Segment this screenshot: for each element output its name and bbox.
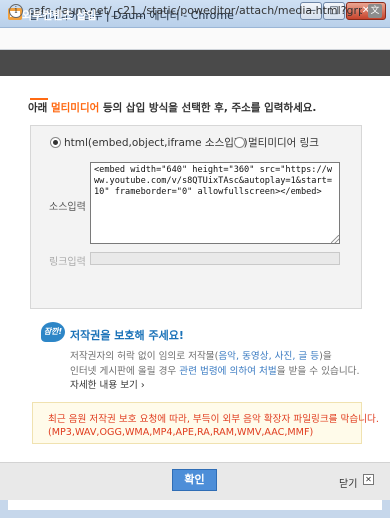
copyright-line-1: 저작권자의 허락 없이 임의로 저작물(음악, 동영상, 사진, 글 등)을 xyxy=(70,348,332,362)
copyright-line-2c: 을 받을 수 있습니다. xyxy=(276,366,360,377)
window-bottom-inner xyxy=(8,500,382,510)
site-info-icon[interactable]: i xyxy=(9,4,23,18)
warning-line-2: (MP3,WAV,OGG,WMA,MP4,APE,RA,RAM,WMV,AAC,… xyxy=(48,427,314,438)
copyright-line-1a: 저작권자의 허락 없이 임의로 저작물( xyxy=(70,351,219,362)
notice-badge-icon: 잠깐! xyxy=(41,322,65,342)
close-icon[interactable]: ✕ xyxy=(363,474,374,485)
address-bar xyxy=(0,28,390,50)
translate-icon[interactable]: 文 xyxy=(368,4,382,18)
radio-multimedia-link-label[interactable]: 멀티미디어 링크 xyxy=(248,135,319,150)
instruction-prefix: 아래 xyxy=(28,102,51,114)
instruction-suffix: 등의 삽입 방식을 선택한 후, 주소를 입력하세요. xyxy=(99,102,317,114)
more-details-link[interactable]: 자세한 내용 보기 › xyxy=(70,377,145,391)
copyright-line-1c: )을 xyxy=(319,351,332,362)
popup-title: 외부컨텐츠 삽입 xyxy=(22,9,97,22)
radio-html-source-label[interactable]: html(embed,object,iframe 소스입력) xyxy=(64,135,248,150)
copyright-title: 저작권을 보호해 주세요! xyxy=(70,329,184,342)
link-label: 링크입력 xyxy=(49,257,86,268)
copyright-line-2a: 인터넷 게시판에 올릴 경우 xyxy=(70,366,180,377)
instruction-text: 아래 멀티미디어 등의 삽입 방식을 선택한 후, 주소를 입력하세요. xyxy=(28,100,316,115)
resize-grip-icon[interactable] xyxy=(331,235,339,243)
source-label: 소스입력 xyxy=(49,202,86,213)
copyright-line-2: 인터넷 게시판에 올릴 경우 관련 법령에 의하여 처벌을 받을 수 있습니다. xyxy=(70,363,360,377)
popup-header xyxy=(0,50,390,76)
link-input[interactable] xyxy=(90,252,340,265)
source-textarea[interactable]: <embed width="640" height="360" src="htt… xyxy=(90,162,340,244)
warning-line-1: 최근 음원 저작권 보호 요청에 따라, 부득이 외부 음악 확장자 파일링크를… xyxy=(48,414,379,425)
instruction-highlight: 멀티미디어 xyxy=(50,102,100,114)
copyright-law-text: 관련 법령에 의하여 처벌 xyxy=(179,366,277,377)
copyright-works-link: 음악, 동영상, 사진, 글 등 xyxy=(218,351,320,362)
close-button-label[interactable]: 닫기 xyxy=(339,475,357,490)
radio-html-source[interactable] xyxy=(50,137,61,148)
radio-multimedia-link[interactable] xyxy=(234,137,245,148)
confirm-button[interactable]: 확인 xyxy=(172,469,217,491)
